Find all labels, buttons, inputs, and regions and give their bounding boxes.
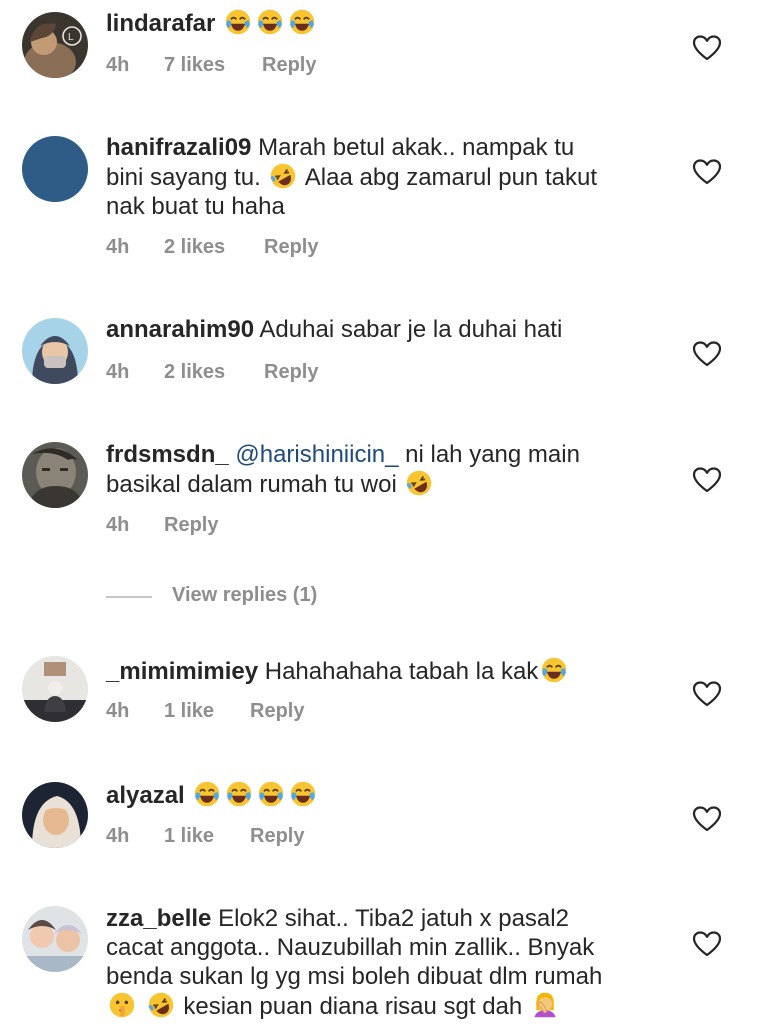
avatar[interactable] — [22, 318, 88, 384]
reply-button[interactable]: Reply — [250, 825, 304, 848]
face-with-tears-of-joy-emoji — [225, 780, 253, 808]
reply-button[interactable]: Reply — [164, 514, 218, 537]
comment-body: zza_belle Elok2 sihat.. Tiba2 jatuh x pa… — [106, 904, 646, 1021]
heart-outline-icon[interactable] — [692, 680, 722, 708]
face-with-tears-of-joy-emoji — [288, 8, 316, 36]
username[interactable]: hanifrazali09 — [106, 134, 251, 161]
comment-text: benda sukan lg yg msi boleh dibuat dlm r… — [106, 963, 603, 990]
comment-body: _mimimimiey Hahahahaha tabah la kak — [106, 656, 646, 686]
username[interactable]: frdsmsdn_ — [106, 441, 229, 468]
comment-text: Elok2 sihat.. Tiba2 jatuh x pasal2 — [218, 905, 569, 932]
comment-body: alyazal — [106, 780, 646, 810]
mention-link[interactable]: @harishiniicin_ — [235, 441, 398, 468]
heart-outline-icon[interactable] — [692, 930, 722, 958]
comment-text: Hahahahaha tabah la kak — [264, 658, 539, 685]
svg-text:L: L — [68, 32, 74, 43]
likes-count[interactable]: 2 likes — [164, 361, 225, 384]
comment-body: frdsmsdn_ @harishiniicin_ ni lah yang ma… — [106, 440, 646, 499]
comment-text: cacat anggota.. Nauzubillah min zallik..… — [106, 934, 595, 961]
username[interactable]: alyazal — [106, 782, 185, 809]
comment-body: hanifrazali09 Marah betul akak.. nampak … — [106, 133, 646, 221]
reply-button[interactable]: Reply — [264, 361, 318, 384]
likes-count[interactable]: 7 likes — [164, 54, 225, 77]
timestamp: 4h — [106, 700, 130, 722]
avatar[interactable] — [22, 656, 88, 722]
comment-text: bini sayang tu. — [106, 164, 261, 191]
likes-count[interactable]: 1 like — [164, 825, 214, 848]
comment-text: basikal dalam rumah tu woi — [106, 471, 397, 498]
reply-button[interactable]: Reply — [250, 700, 304, 723]
timestamp: 4h — [106, 54, 130, 76]
avatar[interactable] — [22, 782, 88, 848]
face-with-tears-of-joy-emoji — [289, 780, 317, 808]
username[interactable]: lindarafar — [106, 10, 215, 37]
view-replies-button[interactable]: View replies (1) — [172, 584, 317, 607]
heart-outline-icon[interactable] — [692, 158, 722, 186]
timestamp: 4h — [106, 514, 130, 536]
woman-facepalming-emoji — [531, 991, 559, 1019]
comment-body: lindarafar — [106, 8, 646, 38]
timestamp: 4h — [106, 361, 130, 383]
comment-text: nak buat tu haha — [106, 193, 285, 220]
timestamp: 4h — [106, 825, 130, 847]
comment-text: Aduhai sabar je la duhai hati — [259, 316, 563, 343]
heart-outline-icon[interactable] — [692, 805, 722, 833]
shushing-face-emoji — [108, 991, 136, 1019]
username[interactable]: _mimimimiey — [106, 658, 258, 685]
rolling-on-the-floor-laughing-emoji — [147, 991, 175, 1019]
avatar[interactable] — [22, 906, 88, 972]
face-with-tears-of-joy-emoji — [224, 8, 252, 36]
rolling-on-the-floor-laughing-emoji — [269, 162, 297, 190]
likes-count[interactable]: 2 likes — [164, 236, 225, 259]
avatar[interactable] — [22, 136, 88, 202]
likes-count[interactable]: 1 like — [164, 700, 214, 723]
heart-outline-icon[interactable] — [692, 34, 722, 62]
rolling-on-the-floor-laughing-emoji — [405, 469, 433, 497]
face-with-tears-of-joy-emoji — [540, 656, 568, 684]
comment-text: Marah betul akak.. nampak tu — [258, 134, 575, 161]
face-with-tears-of-joy-emoji — [193, 780, 221, 808]
reply-button[interactable]: Reply — [262, 54, 316, 77]
comment-text: kesian puan diana risau sgt dah — [183, 993, 523, 1020]
avatar[interactable] — [22, 442, 88, 508]
username[interactable]: annarahim90 — [106, 316, 254, 343]
face-with-tears-of-joy-emoji — [257, 780, 285, 808]
heart-outline-icon[interactable] — [692, 340, 722, 368]
username[interactable]: zza_belle — [106, 905, 211, 932]
replies-divider — [106, 596, 152, 598]
face-with-tears-of-joy-emoji — [256, 8, 284, 36]
comment-text: ni lah yang main — [405, 441, 580, 468]
heart-outline-icon[interactable] — [692, 466, 722, 494]
comment-body: annarahim90 Aduhai sabar je la duhai hat… — [106, 315, 646, 344]
comment-text: Alaa abg zamarul pun takut — [304, 164, 597, 191]
avatar[interactable]: L — [22, 12, 88, 78]
timestamp: 4h — [106, 236, 130, 258]
reply-button[interactable]: Reply — [264, 236, 318, 259]
